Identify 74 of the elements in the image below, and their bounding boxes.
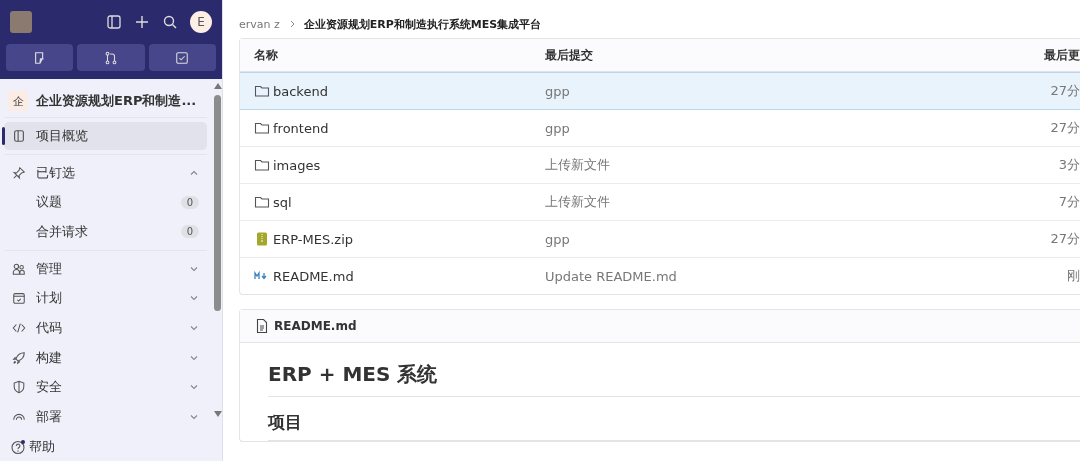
- issues-button[interactable]: [6, 44, 74, 71]
- nav-subitem[interactable]: 议题 0: [4, 188, 207, 217]
- updated-time: 27分: [1049, 230, 1080, 248]
- column-header: 最后提交: [545, 46, 594, 64]
- readme-heading: 项目: [268, 411, 1080, 441]
- nav-group[interactable]: 构建: [4, 343, 207, 372]
- nav-subitem[interactable]: 合并请求 0: [4, 218, 207, 246]
- scroll-up-icon[interactable]: [213, 83, 222, 89]
- count-badge: 0: [180, 225, 199, 239]
- pin-icon: [12, 165, 26, 180]
- readme-filename: README.md: [274, 319, 357, 333]
- note-icon: [32, 50, 47, 65]
- nav-group[interactable]: 已钉选: [4, 158, 207, 187]
- rocket-icon: [12, 350, 26, 365]
- zip-file-icon: [254, 231, 270, 247]
- column-header: 最后更: [1043, 46, 1080, 64]
- file-row[interactable]: ERP-MES.zip gpp 27分: [240, 221, 1080, 258]
- nav-group[interactable]: 计划: [4, 284, 207, 313]
- commit-message-link[interactable]: gpp: [545, 231, 570, 247]
- commit-message-link[interactable]: gpp: [545, 120, 570, 136]
- folder-icon: [254, 194, 270, 210]
- search-icon[interactable]: [162, 14, 178, 30]
- help-icon: [10, 439, 26, 455]
- nav-item[interactable]: 项目概览: [4, 122, 207, 150]
- commit-message-link[interactable]: 上传新文件: [545, 194, 610, 209]
- file-row[interactable]: backend gpp 27分: [240, 72, 1080, 110]
- readme-title: ERP + MES 系统: [268, 361, 1080, 397]
- merge-requests-button[interactable]: [77, 44, 145, 71]
- file-name-link[interactable]: sql: [273, 194, 292, 210]
- updated-time: 7分: [1057, 193, 1080, 211]
- merge-icon: [104, 50, 118, 65]
- project-switcher[interactable]: 企 企业资源规划ERP和制造...: [4, 85, 207, 118]
- file-row[interactable]: images 上传新文件 3分: [240, 147, 1080, 184]
- file-name-link[interactable]: images: [273, 157, 321, 173]
- checkbox-icon: [175, 50, 190, 65]
- file-row[interactable]: sql 上传新文件 7分: [240, 184, 1080, 221]
- calendar-icon: [12, 291, 26, 306]
- commit-message-link[interactable]: gpp: [545, 83, 570, 99]
- file-row[interactable]: README.md Update README.md 刚: [240, 258, 1080, 294]
- file-name-link[interactable]: ERP-MES.zip: [273, 231, 353, 247]
- overview-icon: [12, 128, 26, 143]
- nav-group[interactable]: 安全: [4, 373, 207, 402]
- todo-button[interactable]: [148, 44, 216, 71]
- project-badge: 企: [8, 91, 28, 111]
- file-row[interactable]: frontend gpp 27分: [240, 110, 1080, 147]
- breadcrumb-link[interactable]: 企业资源规划ERP和制造执行系统MES集成平台: [303, 16, 542, 32]
- project-name: 企业资源规划ERP和制造...: [36, 92, 197, 110]
- commit-message-link[interactable]: Update README.md: [545, 268, 677, 284]
- count-badge: 0: [180, 195, 199, 209]
- folder-icon: [254, 157, 270, 173]
- commit-message-link[interactable]: 上传新文件: [545, 157, 610, 172]
- updated-time: 27分: [1049, 119, 1080, 137]
- sidebar-toggle-icon[interactable]: [106, 14, 122, 30]
- nav-group[interactable]: 代码: [4, 314, 207, 342]
- people-icon: [12, 261, 26, 276]
- breadcrumb-link[interactable]: ervan z: [239, 17, 280, 31]
- nav-group[interactable]: 部署: [4, 403, 207, 432]
- file-name-link[interactable]: README.md: [273, 268, 354, 284]
- updated-time: 刚: [1066, 267, 1080, 285]
- folder-icon: [254, 83, 270, 99]
- file-icon: [254, 318, 270, 334]
- updated-time: 27分: [1049, 82, 1080, 100]
- user-avatar[interactable]: E: [190, 11, 212, 33]
- shield-icon: [12, 380, 26, 395]
- scroll-down-icon[interactable]: [213, 411, 222, 417]
- folder-icon: [254, 120, 270, 136]
- nav-group[interactable]: 管理: [4, 254, 207, 283]
- plus-icon[interactable]: [134, 14, 150, 30]
- file-name-link[interactable]: frontend: [273, 120, 329, 136]
- help-button[interactable]: 帮助: [0, 433, 222, 461]
- updated-time: 3分: [1057, 156, 1080, 174]
- column-header: 名称: [254, 46, 279, 64]
- scrollbar-thumb[interactable]: [214, 95, 221, 311]
- file-name-link[interactable]: backend: [273, 83, 328, 99]
